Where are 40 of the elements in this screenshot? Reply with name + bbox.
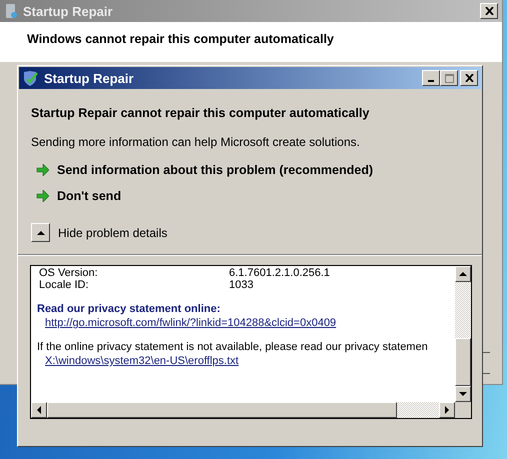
arrow-icon (36, 190, 49, 202)
option-link[interactable]: Don't send (31, 189, 482, 203)
scroll-up-button[interactable] (455, 266, 471, 282)
toggle-button[interactable] (31, 223, 50, 242)
window-heading: Windows cannot repair this computer automatically (27, 32, 334, 46)
scroll-left-button[interactable] (31, 402, 47, 418)
caret-icon (36, 228, 44, 236)
file-link[interactable]: X:\windows\system32\en-US\erofflps.txt (45, 355, 239, 367)
maximize-button[interactable] (440, 70, 458, 86)
close-button[interactable] (460, 70, 478, 86)
dialog-heading: Startup Repair cannot repair this computer automatically (31, 106, 370, 120)
scroll-thumb[interactable] (47, 402, 397, 418)
detail-value: 1033 (229, 279, 254, 291)
close-icon (464, 74, 474, 82)
maximize-icon (444, 74, 454, 82)
scroll-down-button[interactable] (455, 386, 471, 402)
horizontal-scrollbar[interactable] (31, 402, 455, 418)
shield-check-icon (22, 70, 40, 86)
scrollbar-corner (455, 402, 471, 418)
option-link[interactable]: Send information about this problem (recommended) (31, 163, 482, 177)
caret-icon (35, 406, 43, 414)
close-icon (484, 7, 494, 15)
arrow-icon (36, 164, 49, 176)
toggle-label: Hide problem details (58, 226, 168, 240)
computer-icon (4, 3, 18, 19)
detail-label: OS Version: (38, 267, 99, 279)
detail-label: Locale ID: (38, 279, 90, 291)
close-button[interactable] (480, 3, 498, 19)
vertical-scrollbar[interactable] (455, 266, 471, 402)
scroll-right-button[interactable] (439, 402, 455, 418)
minimize-button[interactable] (422, 70, 440, 86)
window-title: Startup Repair (23, 4, 114, 18)
caret-icon (459, 270, 467, 278)
offline-note: If the online privacy statement is not available, please read our privacy statemen (37, 341, 429, 353)
privacy-heading: Read our privacy statement online: (37, 303, 222, 315)
privacy-link[interactable]: http://go.microsoft.com/fwlink/?linkid=104288&clcid=0x0409 (45, 317, 336, 329)
detail-value: 6.1.7601.2.1.0.256.1 (229, 267, 330, 279)
scroll-thumb[interactable] (455, 338, 471, 386)
window-title: Startup Repair (44, 70, 135, 86)
description: Sending more information can help Microsoft create solutions. (31, 135, 361, 149)
